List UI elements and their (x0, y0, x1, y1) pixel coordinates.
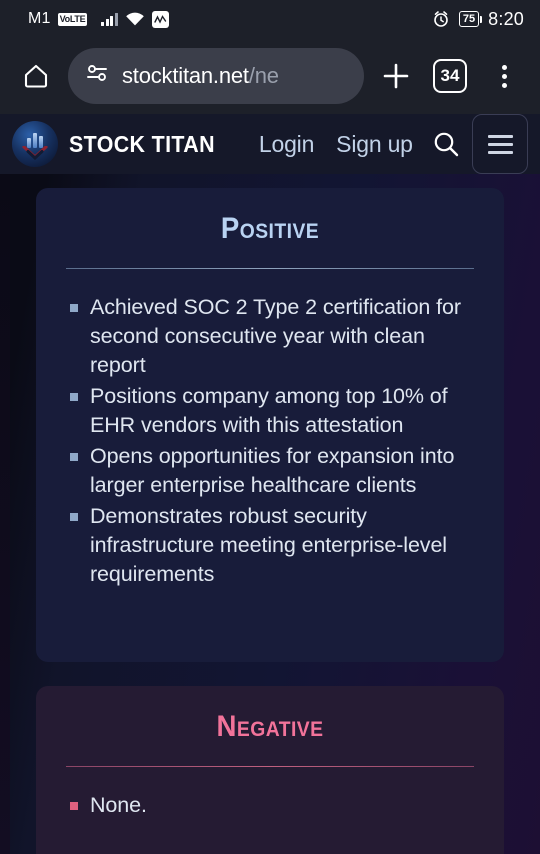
wifi-icon (125, 12, 145, 27)
url-text: stocktitan.net/ne (122, 63, 279, 89)
phone-screen: M1 VoLTE 75 8:20 stocktitan.net/ne 34 ST… (0, 0, 540, 854)
signal-bars-icon (101, 12, 118, 26)
url-host: stocktitan.net (122, 63, 249, 88)
clock-time: 8:20 (488, 8, 524, 29)
site-nav: Login Sign up (248, 131, 424, 158)
plus-icon[interactable] (374, 54, 418, 98)
positive-card: Positive Achieved SOC 2 Type 2 certifica… (36, 188, 504, 662)
volte-badge: VoLTE (57, 12, 88, 26)
list-item: None. (62, 791, 478, 820)
negative-title: Negative (216, 710, 324, 743)
nav-link-login[interactable]: Login (248, 131, 325, 158)
kebab-menu-icon[interactable] (482, 54, 526, 98)
list-item: Positions company among top 10% of EHR v… (62, 382, 478, 440)
battery-icon: 75 (458, 11, 483, 27)
carrier-name: M1 (28, 10, 51, 27)
positive-list: Achieved SOC 2 Type 2 certification for … (62, 293, 478, 589)
site-header: STOCK TITAN Login Sign up (0, 114, 540, 174)
stock-titan-logo-icon[interactable] (12, 121, 58, 167)
logo-chevron (22, 146, 48, 160)
alarm-clock-icon (432, 10, 450, 28)
url-path: /ne (248, 63, 279, 88)
negative-list: None. (62, 791, 478, 820)
tab-count: 34 (433, 59, 467, 93)
battery-percent: 75 (462, 13, 476, 25)
hamburger-menu-icon[interactable] (472, 114, 528, 174)
list-item: Demonstrates robust security infrastruct… (62, 502, 478, 589)
list-item: Opens opportunities for expansion into l… (62, 442, 478, 500)
site-brand[interactable]: STOCK TITAN (69, 131, 215, 158)
browser-toolbar: stocktitan.net/ne 34 (0, 38, 540, 114)
tab-switcher-button[interactable]: 34 (428, 54, 472, 98)
negative-card: Negative None. (36, 686, 504, 854)
home-icon[interactable] (14, 54, 58, 98)
search-icon[interactable] (428, 121, 464, 167)
nav-link-signup[interactable]: Sign up (325, 131, 424, 158)
positive-title: Positive (220, 212, 320, 245)
positive-divider (66, 268, 474, 269)
page-settings-icon[interactable] (84, 63, 110, 90)
list-item: Achieved SOC 2 Type 2 certification for … (62, 293, 478, 380)
negative-divider (66, 766, 474, 767)
status-bar-left: M1 VoLTE (28, 10, 169, 28)
status-bar-right: 75 8:20 (432, 9, 524, 30)
page-content: Positive Achieved SOC 2 Type 2 certifica… (0, 174, 540, 854)
url-bar[interactable]: stocktitan.net/ne (68, 48, 364, 104)
network-activity-icon (151, 10, 169, 28)
android-status-bar: M1 VoLTE 75 8:20 (0, 0, 540, 38)
